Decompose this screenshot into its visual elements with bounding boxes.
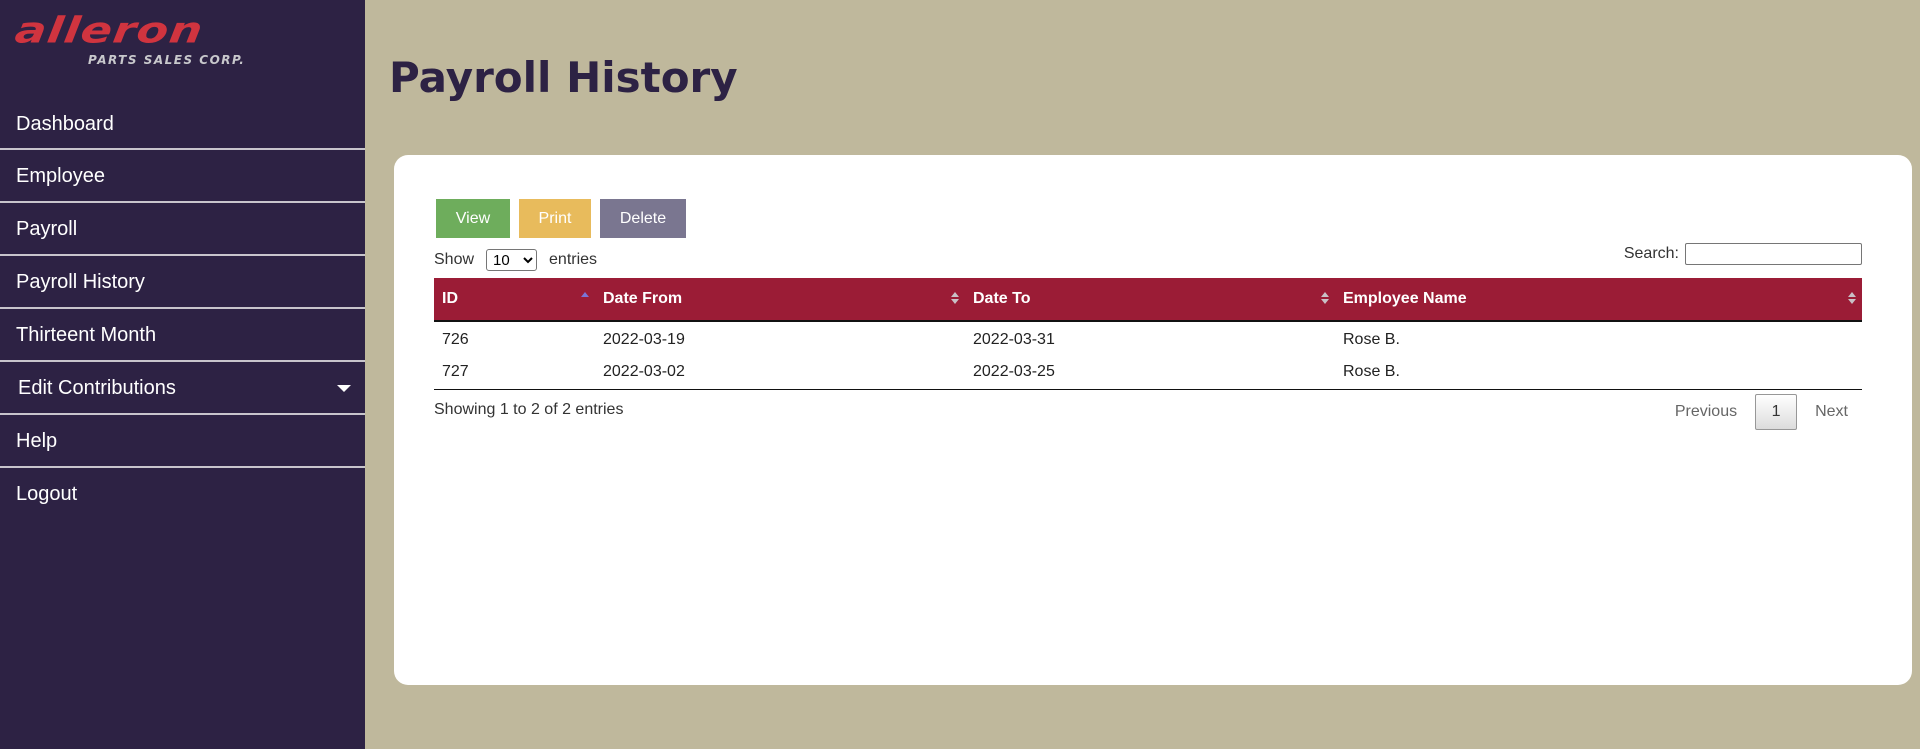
- sort-both-icon: [1848, 292, 1856, 306]
- show-label: Show: [434, 251, 475, 268]
- sidebar-item-label: Thirteent Month: [16, 324, 157, 346]
- search-label: Search:: [1623, 245, 1679, 262]
- column-header-date-to[interactable]: Date To: [965, 278, 1335, 322]
- sort-ascending-icon: [581, 292, 589, 306]
- cell-date-to: 2022-03-31: [973, 330, 1055, 348]
- page-button-current[interactable]: 1: [1755, 394, 1798, 430]
- sidebar-item-help[interactable]: Help: [0, 415, 365, 468]
- previous-page-button[interactable]: Previous: [1661, 394, 1751, 430]
- column-header-employee-name[interactable]: Employee Name: [1335, 278, 1862, 322]
- cell-employee-name: Rose B.: [1343, 330, 1400, 348]
- table-row[interactable]: 727 2022-03-02 2022-03-25 Rose B.: [434, 355, 1862, 390]
- next-page-button[interactable]: Next: [1801, 394, 1862, 430]
- sidebar-item-thirteenth-month[interactable]: Thirteent Month: [0, 309, 365, 362]
- sidebar-item-edit-contributions[interactable]: Edit Contributions: [0, 362, 365, 415]
- table-row[interactable]: 726 2022-03-19 2022-03-31 Rose B.: [434, 321, 1862, 355]
- table-info: Showing 1 to 2 of 2 entries: [434, 401, 624, 418]
- cell-id: 726: [442, 330, 469, 348]
- cell-date-to: 2022-03-25: [965, 355, 1335, 390]
- cell-employee-name: Rose B.: [1335, 355, 1862, 390]
- column-header-label: Employee Name: [1343, 290, 1467, 307]
- sidebar-item-label: Employee: [16, 165, 105, 187]
- sidebar-item-payroll-history[interactable]: Payroll History: [0, 256, 365, 309]
- sidebar-item-dashboard[interactable]: Dashboard: [0, 98, 365, 150]
- sort-both-icon: [1321, 292, 1329, 306]
- logo-wordmark: alleron: [12, 8, 207, 51]
- column-header-label: ID: [442, 290, 458, 307]
- logo-tagline: PARTS SALES CORP.: [88, 53, 246, 67]
- search-input[interactable]: [1685, 243, 1862, 265]
- sidebar-nav: Dashboard Employee Payroll Payroll Histo…: [0, 98, 365, 521]
- column-header-date-from[interactable]: Date From: [595, 278, 965, 322]
- page-title: Payroll History: [389, 53, 738, 102]
- sidebar-item-logout[interactable]: Logout: [0, 468, 365, 521]
- table-header-row: ID Date From Date To Employee Name: [434, 278, 1862, 322]
- sidebar-item-label: Edit Contributions: [18, 377, 176, 399]
- sidebar-item-employee[interactable]: Employee: [0, 150, 365, 203]
- caret-down-icon: [337, 385, 351, 392]
- entries-length-control: Show 10 entries: [434, 248, 597, 272]
- delete-button[interactable]: Delete: [600, 199, 686, 238]
- payroll-history-table: ID Date From Date To Employee Name 726 2…: [434, 278, 1862, 390]
- cell-id: 727: [434, 355, 595, 390]
- sidebar-item-payroll[interactable]: Payroll: [0, 203, 365, 256]
- sort-both-icon: [951, 292, 959, 306]
- view-button[interactable]: View: [436, 199, 510, 238]
- column-header-label: Date From: [603, 290, 683, 307]
- sidebar-item-label: Help: [16, 430, 58, 452]
- sidebar-item-label: Dashboard: [16, 113, 114, 135]
- column-header-label: Date To: [973, 290, 1031, 307]
- print-button[interactable]: Print: [519, 199, 591, 238]
- cell-date-from: 2022-03-19: [603, 330, 685, 348]
- sidebar-item-label: Logout: [16, 483, 78, 505]
- sidebar: alleron PARTS SALES CORP. Dashboard Empl…: [0, 0, 365, 749]
- payroll-history-card: View Print Delete Show 10 entries Search…: [394, 155, 1912, 685]
- entries-per-page-select[interactable]: 10: [486, 249, 538, 271]
- sidebar-item-label: Payroll History: [16, 271, 145, 293]
- company-logo[interactable]: alleron PARTS SALES CORP.: [13, 9, 268, 73]
- sidebar-item-label: Payroll: [16, 218, 78, 240]
- cell-date-from: 2022-03-02: [595, 355, 965, 390]
- column-header-id[interactable]: ID: [434, 278, 595, 322]
- entries-label: entries: [549, 251, 598, 268]
- pagination: Previous 1 Next: [1661, 394, 1862, 430]
- search-control: Search:: [1624, 241, 1862, 267]
